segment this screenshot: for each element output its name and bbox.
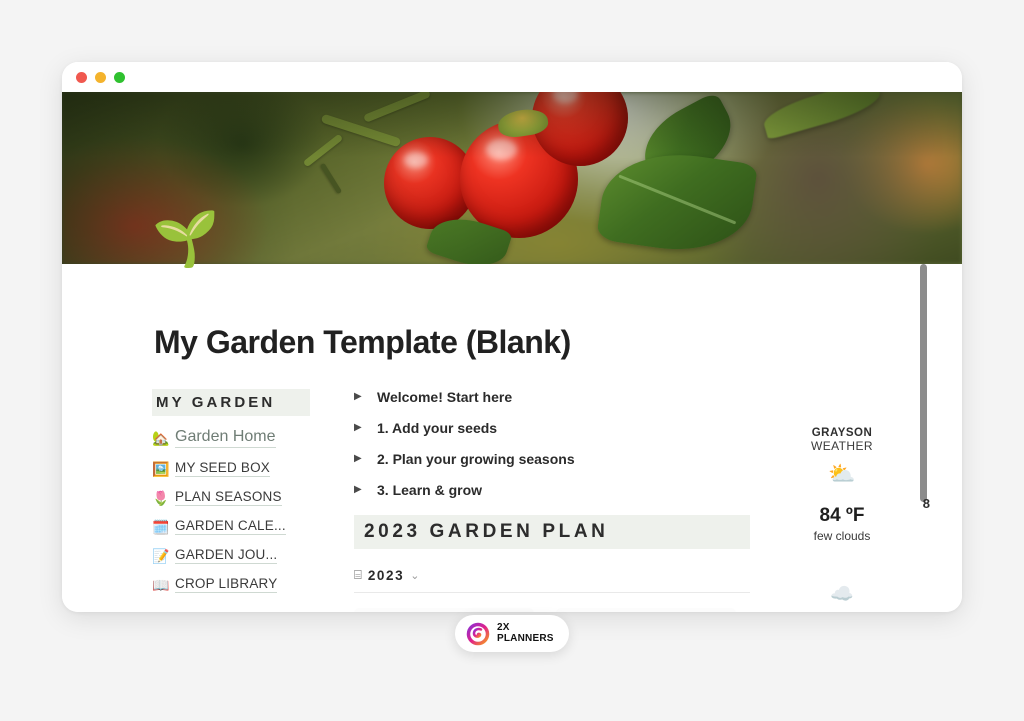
sidebar-item-label: PLAN SEASONS <box>175 489 282 506</box>
database-view-name: 2023 <box>367 567 405 583</box>
chevron-right-icon[interactable]: ▶ <box>354 392 364 402</box>
cloud-icon: ☁️ <box>830 584 854 605</box>
open-book-icon: 📖 <box>152 576 170 593</box>
sidebar-item-label: GARDEN CALE... <box>175 518 286 535</box>
toggle-label: 3. Learn & grow <box>377 482 483 498</box>
brand-name: 2X PLANNERS <box>497 622 554 644</box>
close-window-button[interactable] <box>76 71 87 83</box>
weather-widget: GRAYSON WEATHER ⛅ 84 ºF few clouds ☁️ <box>782 389 902 612</box>
chevron-right-icon[interactable]: ▶ <box>354 423 364 433</box>
sidebar-item-label: CROP LIBRARY <box>175 576 278 593</box>
database-heading: 2023 GARDEN PLAN <box>354 515 750 549</box>
sidebar-item-label: Garden Home <box>175 428 276 448</box>
weather-city: GRAYSON <box>811 427 873 439</box>
sidebar-item-garden-journal[interactable]: 📝 GARDEN JOU... <box>152 547 322 564</box>
seed-box-icon: 🖼️ <box>152 460 170 477</box>
house-with-garden-icon: 🏡 <box>152 430 170 446</box>
sidebar-item-garden-home[interactable]: 🏡 Garden Home <box>152 428 322 448</box>
toggle-welcome-start-here[interactable]: ▶ Welcome! Start here <box>354 389 754 405</box>
app-window: 🌱 My Garden Template (Blank) MY GARDEN 🏡… <box>62 62 962 612</box>
toggle-plan-growing-seasons[interactable]: ▶ 2. Plan your growing seasons <box>354 451 754 467</box>
brand-line-2: PLANNERS <box>497 632 554 644</box>
database-board-cards: Annuals 0 2023 Spring 0 S <box>354 608 798 612</box>
seedling-icon[interactable]: 🌱 <box>152 212 219 266</box>
brand-badge: 2X PLANNERS <box>455 615 569 652</box>
vertical-scrollbar[interactable] <box>920 264 927 502</box>
2x-planners-logo-icon <box>466 622 490 645</box>
board-column-annuals[interactable]: Annuals 0 <box>354 608 534 612</box>
sidebar-heading: MY GARDEN <box>152 389 310 416</box>
toggle-learn-and-grow[interactable]: ▶ 3. Learn & grow <box>354 482 754 498</box>
weather-label: WEATHER <box>811 439 873 453</box>
board-column-2023-spring[interactable]: 2023 Spring 0 <box>556 608 736 612</box>
sidebar-item-plan-seasons[interactable]: 🌷 PLAN SEASONS <box>152 489 322 506</box>
minimize-window-button[interactable] <box>95 71 106 83</box>
sidebar-item-my-seed-box[interactable]: 🖼️ MY SEED BOX <box>152 460 322 477</box>
sidebar-item-label: MY SEED BOX <box>175 460 270 477</box>
table-view-icon: ⌸ <box>354 567 362 582</box>
window-titlebar <box>62 62 962 92</box>
main-content: ▶ Welcome! Start here ▶ 1. Add your seed… <box>354 389 798 612</box>
tulip-icon: 🌷 <box>152 489 170 506</box>
toggle-label: 2. Plan your growing seasons <box>377 451 575 467</box>
brand-line-1: 2X <box>497 622 510 634</box>
toggle-add-your-seeds[interactable]: ▶ 1. Add your seeds <box>354 420 754 436</box>
sidebar-nav: MY GARDEN 🏡 Garden Home 🖼️ MY SEED BOX 🌷… <box>152 389 322 612</box>
chevron-right-icon[interactable]: ▶ <box>354 454 364 464</box>
chevron-down-icon[interactable]: ⌄ <box>410 569 419 582</box>
page-columns: MY GARDEN 🏡 Garden Home 🖼️ MY SEED BOX 🌷… <box>62 389 962 612</box>
calendar-icon: 🗓️ <box>152 518 170 535</box>
weather-description: few clouds <box>813 529 871 543</box>
memo-icon: 📝 <box>152 547 170 564</box>
database-view-selector[interactable]: ⌸ 2023 ⌄ <box>354 567 750 593</box>
sidebar-item-label: GARDEN JOU... <box>175 547 278 564</box>
maximize-window-button[interactable] <box>114 71 125 83</box>
page-title: My Garden Template (Blank) <box>154 324 571 360</box>
sidebar-item-garden-calendar[interactable]: 🗓️ GARDEN CALE... <box>152 518 322 535</box>
scroll-indicator-number: 8 <box>922 496 930 511</box>
weather-temperature: 84 ºF <box>819 505 865 526</box>
sidebar-item-crop-library[interactable]: 📖 CROP LIBRARY <box>152 576 322 593</box>
sun-behind-cloud-icon: ⛅ <box>828 461 856 486</box>
toggle-label: 1. Add your seeds <box>377 420 498 436</box>
chevron-right-icon[interactable]: ▶ <box>354 485 364 495</box>
toggle-label: Welcome! Start here <box>377 389 513 405</box>
page-body: My Garden Template (Blank) MY GARDEN 🏡 G… <box>62 264 962 612</box>
